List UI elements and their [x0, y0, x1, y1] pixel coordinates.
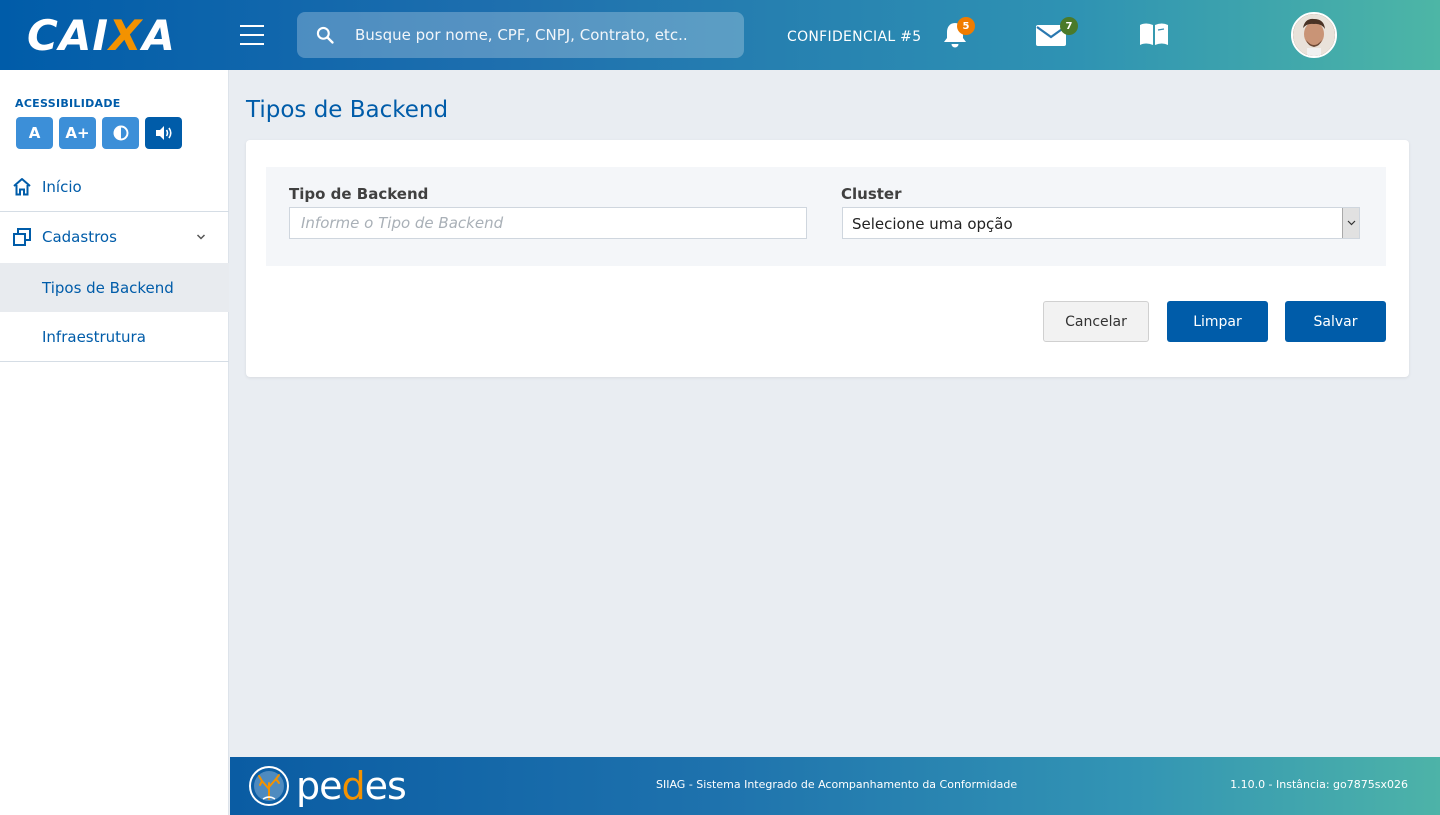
sidebar-item-inicio[interactable]: Início	[0, 162, 229, 212]
form-card: Tipo de Backend Cluster Selecione uma op…	[246, 140, 1409, 377]
avatar[interactable]	[1291, 12, 1337, 58]
tree-emblem-icon	[249, 766, 289, 806]
sidebar-item-label: Cadastros	[42, 228, 117, 246]
page-title: Tipos de Backend	[246, 97, 449, 123]
chevron-down-icon	[196, 234, 206, 240]
accessibility-title: ACESSIBILIDADE	[15, 97, 121, 110]
book-icon	[1140, 23, 1168, 45]
confidential-label: CONFIDENCIAL #5	[787, 29, 922, 45]
user-photo-icon	[1293, 14, 1335, 56]
messages-badge: 7	[1060, 17, 1078, 35]
notifications-button[interactable]: 5	[940, 17, 975, 50]
sidebar-item-label: Infraestrutura	[42, 327, 146, 346]
system-name: SIIAG - Sistema Integrado de Acompanhame…	[656, 778, 1018, 791]
speaker-icon	[155, 126, 172, 140]
audio-button[interactable]	[145, 117, 182, 149]
sidebar: ACESSIBILIDADE A A+ Início Cadastros Tip…	[0, 70, 229, 815]
chevron-down-icon[interactable]	[1342, 208, 1359, 238]
version-info: 1.10.0 - Instância: go7875sx026	[1230, 778, 1408, 791]
caixa-logo[interactable]: CAI X A	[27, 11, 176, 60]
home-icon	[13, 178, 31, 196]
footer: pedes SIIAG - Sistema Integrado de Acomp…	[230, 757, 1440, 815]
accessibility-toolbar: A A+	[16, 117, 182, 149]
pedes-logo: pedes	[248, 764, 407, 808]
form-fields-area: Tipo de Backend Cluster Selecione uma op…	[266, 167, 1386, 266]
search-input[interactable]	[355, 12, 735, 58]
cluster-selected-value: Selecione uma opção	[852, 215, 1013, 233]
search-icon[interactable]	[315, 25, 335, 45]
save-button[interactable]: Salvar	[1285, 301, 1386, 342]
manual-button[interactable]	[1138, 21, 1170, 49]
sidebar-item-label: Início	[42, 178, 82, 196]
tipo-backend-label: Tipo de Backend	[289, 185, 429, 203]
cluster-select[interactable]: Selecione uma opção	[842, 207, 1360, 239]
sidebar-item-cadastros[interactable]: Cadastros	[0, 212, 229, 262]
clear-button[interactable]: Limpar	[1167, 301, 1268, 342]
cancel-button[interactable]: Cancelar	[1043, 301, 1149, 342]
contrast-icon	[113, 125, 128, 141]
cluster-label: Cluster	[841, 185, 902, 203]
sidebar-item-tipos-de-backend[interactable]: Tipos de Backend	[0, 263, 229, 312]
messages-button[interactable]: 7	[1035, 17, 1078, 48]
notifications-badge: 5	[957, 17, 975, 35]
font-increase-button[interactable]: A+	[59, 117, 96, 149]
menu-icon[interactable]	[240, 25, 264, 45]
layers-icon	[13, 228, 31, 246]
tipo-backend-input[interactable]	[289, 207, 807, 239]
sidebar-item-label: Tipos de Backend	[42, 278, 174, 297]
font-normal-button[interactable]: A	[16, 117, 53, 149]
sidebar-item-infraestrutura[interactable]: Infraestrutura	[0, 312, 229, 361]
contrast-button[interactable]	[102, 117, 139, 149]
global-search	[297, 12, 744, 58]
top-header: CAIXA CONFIDENCIAL #5 5 7	[0, 0, 1440, 70]
pedes-wordmark: pedes	[296, 764, 407, 808]
